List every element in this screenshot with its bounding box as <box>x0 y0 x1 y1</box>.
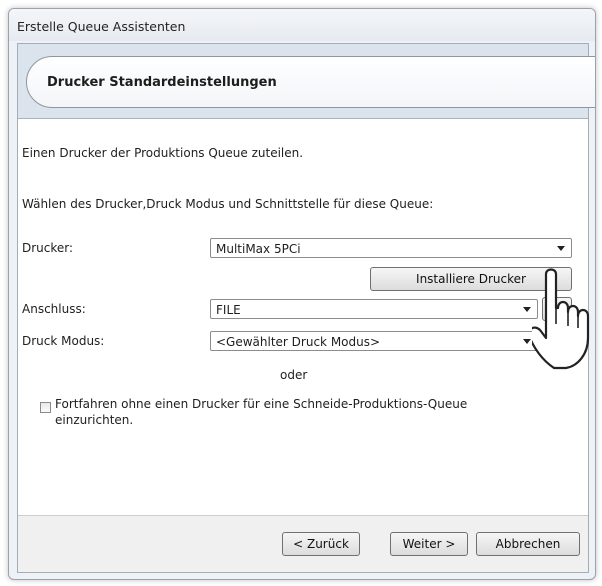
port-select[interactable]: FILE <box>210 299 538 319</box>
next-button[interactable]: Weiter > <box>390 532 468 556</box>
cancel-button[interactable]: Abbrechen <box>476 532 580 556</box>
no-printer-checkbox[interactable] <box>40 402 51 413</box>
print-mode-select[interactable]: <Gewählter Druck Modus> <box>210 331 538 351</box>
no-printer-checkbox-label-cont: einzurichten. <box>55 413 134 427</box>
print-mode-label: Druck Modus: <box>22 334 105 348</box>
header-band: Drucker Standardeinstellungen <box>18 44 595 119</box>
printer-select[interactable]: MultiMax 5PCi <box>210 238 572 258</box>
printer-label: Drucker: <box>22 241 74 255</box>
print-mode-select-value: <Gewählter Druck Modus> <box>216 335 381 349</box>
or-text: oder <box>280 368 308 382</box>
button-bar: < Zurück Weiter > Abbrechen <box>18 515 588 572</box>
chevron-down-icon <box>557 246 565 251</box>
title-bar: Erstelle Queue Assistenten <box>9 9 595 41</box>
back-button[interactable]: < Zurück <box>282 532 360 556</box>
printer-select-value: MultiMax 5PCi <box>216 242 301 256</box>
chevron-down-icon <box>523 307 531 312</box>
wizard-panel: Drucker Standardeinstellungen Einen Druc… <box>17 43 595 573</box>
port-select-value: FILE <box>216 303 241 317</box>
page-title: Drucker Standardeinstellungen <box>47 75 277 90</box>
header-pill: Drucker Standardeinstellungen <box>26 56 595 108</box>
wizard-window: Erstelle Queue Assistenten Drucker Stand… <box>8 8 596 580</box>
intro-text: Einen Drucker der Produktions Queue zute… <box>22 146 304 160</box>
window-title: Erstelle Queue Assistenten <box>17 19 186 34</box>
instruction-text: Wählen des Drucker,Druck Modus und Schni… <box>22 197 434 211</box>
chevron-down-icon <box>523 339 531 344</box>
port-label: Anschluss: <box>22 302 86 316</box>
no-printer-checkbox-label: Fortfahren ohne einen Drucker für eine S… <box>55 397 468 411</box>
pointing-hand-icon <box>532 268 590 370</box>
